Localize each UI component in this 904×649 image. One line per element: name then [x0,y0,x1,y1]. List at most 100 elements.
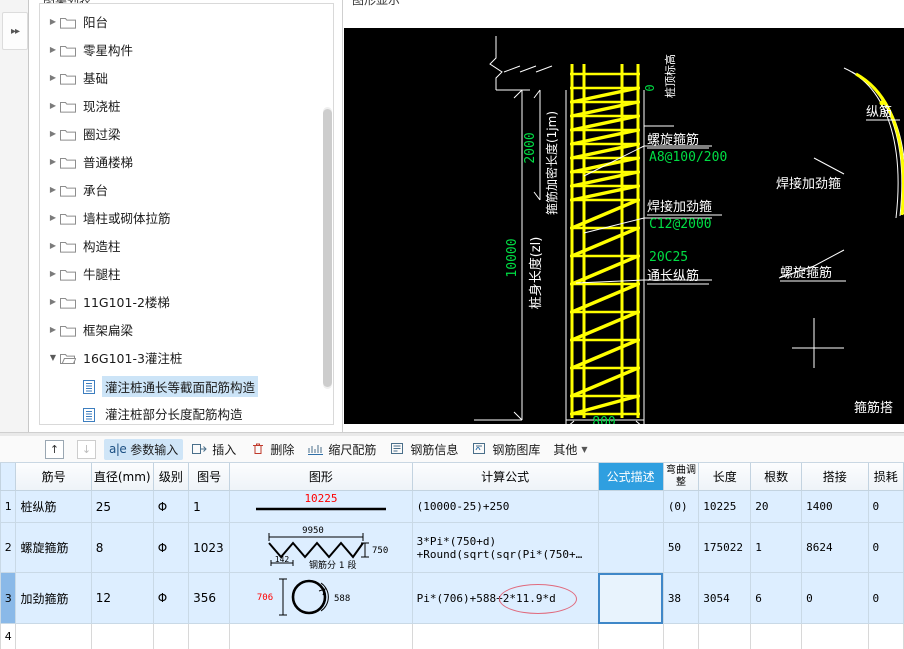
cell-rebar-no[interactable]: 桩纵筋 [15,490,92,523]
tree-item-13[interactable]: 灌注桩通长等截面配筋构造 [46,372,333,400]
tree-twisty-right-icon[interactable]: ▶ [46,270,60,278]
tree-item-4[interactable]: ▶ 圈过梁 [46,120,333,148]
cell-rebar-no[interactable]: 螺旋箍筋 [15,522,92,573]
cell-lap[interactable]: 8624 [801,522,869,573]
cell-drawing-no[interactable]: 1023 [188,522,231,573]
tree-twisty-right-icon[interactable]: ▶ [46,102,60,110]
tree-item-10[interactable]: ▶ 11G101-2楼梯 [46,288,333,316]
cell-drawing-no[interactable] [188,623,231,649]
col-header-lap[interactable]: 搭接 [801,463,869,491]
param-input-button[interactable]: a|e 参数输入 [104,438,184,460]
cell-formula[interactable] [411,623,599,649]
row-header[interactable]: 2 [0,522,17,573]
cell-shape[interactable] [229,623,413,649]
cell-count[interactable]: 6 [750,572,803,624]
row-header[interactable]: 1 [0,490,17,523]
tree-item-9[interactable]: ▶ 牛腿柱 [46,260,333,288]
rebar-info-button[interactable]: 钢筋信息 [384,439,463,460]
tree-item-12[interactable]: ▼ 16G101-3灌注桩 [46,344,333,372]
rebar-library-button[interactable]: 钢筋图库 [466,439,545,460]
tree-item-8[interactable]: ▶ 构造柱 [46,232,333,260]
tree-item-2[interactable]: ▶ 基础 [46,64,333,92]
cell-loss[interactable]: 0 [867,490,904,523]
cell-bend-adjust[interactable] [662,623,700,649]
cell-loss[interactable]: 0 [867,522,904,573]
col-header-rebar-no[interactable]: 筋号 [15,463,92,491]
tree-item-1[interactable]: ▶ 零星构件 [46,36,333,64]
atlas-tree[interactable]: ▶ 阳台 ▶ 零星构件 ▶ 基础 ▶ 现浇桩 ▶ 圈过梁 ▶ 普通楼梯 ▶ 承台 ▶ 墙柱或砌体拉筋 ▶ 构造柱 ▶… [39,3,334,425]
tree-twisty-right-icon[interactable]: ▶ [46,298,60,306]
cell-drawing-no[interactable]: 356 [188,572,231,624]
cell-count[interactable]: 1 [750,522,803,573]
tree-twisty-right-icon[interactable]: ▶ [46,18,60,26]
cell-bend-adjust[interactable]: (0) [662,490,700,523]
col-header-drawing-no[interactable]: 图号 [188,463,231,491]
cell-lap[interactable]: 0 [801,572,869,624]
cell-bend-adjust[interactable]: 38 [662,572,700,624]
col-header-formula-desc[interactable]: 公式描述 [597,463,664,491]
row-header[interactable]: 3 [0,572,17,624]
expand-rail-button[interactable]: ▸▸ [2,12,28,50]
cell-grade[interactable] [152,623,190,649]
cell-lap[interactable] [801,623,869,649]
cell-diameter[interactable] [90,623,154,649]
cell-formula[interactable]: 3*Pi*(750+d) +Round(sqrt(sqr(Pi*(750+… [411,522,599,573]
cell-rebar-no[interactable]: 加劲箍筋 [15,572,92,624]
cell-formula-desc[interactable] [597,490,664,523]
tree-item-5[interactable]: ▶ 普通楼梯 [46,148,333,176]
tree-scrollbar-thumb[interactable] [323,109,332,387]
tree-twisty-right-icon[interactable]: ▶ [46,326,60,334]
cad-drawing-viewer[interactable]: 2000 箍筋加密长度(1jm) 10000 桩身长度(zl) 800 0 桩顶… [344,28,904,424]
cell-length[interactable] [698,623,752,649]
tree-item-11[interactable]: ▶ 框架扁梁 [46,316,333,344]
cell-drawing-no[interactable]: 1 [188,490,231,523]
cell-shape[interactable]: 706 588 [229,572,413,624]
tree-twisty-right-icon[interactable]: ▶ [46,214,60,222]
cell-count[interactable]: 20 [750,490,803,523]
delete-button[interactable]: 删除 [244,439,299,460]
cell-loss[interactable] [867,623,904,649]
cell-loss[interactable]: 0 [867,572,904,624]
tree-twisty-right-icon[interactable]: ▶ [46,74,60,82]
cell-formula-desc[interactable] [597,623,664,649]
cell-formula-desc-selected[interactable] [597,572,664,624]
cell-diameter[interactable]: 8 [90,522,154,573]
rebar-grid[interactable]: 筋号 直径(mm) 级别 图号 图形 计算公式 公式描述 弯曲调整 长度 根数 … [0,463,904,649]
tree-item-7[interactable]: ▶ 墙柱或砌体拉筋 [46,204,333,232]
tree-item-3[interactable]: ▶ 现浇桩 [46,92,333,120]
cell-formula[interactable]: Pi*(706)+588+2*11.9*d [411,572,599,624]
col-header-bend-adjust[interactable]: 弯曲调整 [662,463,700,491]
col-header-formula[interactable]: 计算公式 [411,463,599,491]
col-header-shape[interactable]: 图形 [229,463,413,491]
cell-rebar-no[interactable] [15,623,92,649]
tree-twisty-right-icon[interactable]: ▶ [46,46,60,54]
col-header-length[interactable]: 长度 [698,463,752,491]
cell-count[interactable] [750,623,803,649]
cell-length[interactable]: 175022 [698,522,752,573]
cell-diameter[interactable]: 25 [90,490,154,523]
col-header-diameter[interactable]: 直径(mm) [90,463,154,491]
tree-item-0[interactable]: ▶ 阳台 [46,8,333,36]
tree-twisty-right-icon[interactable]: ▶ [46,242,60,250]
tree-twisty-right-icon[interactable]: ▶ [46,158,60,166]
tree-twisty-right-icon[interactable]: ▶ [46,130,60,138]
row-header[interactable]: 4 [0,623,17,649]
scale-rebar-button[interactable]: 缩尺配筋 [302,439,381,460]
cell-formula-desc[interactable] [597,522,664,573]
col-header-loss[interactable]: 损耗 [867,463,904,491]
cell-grade[interactable]: Φ [152,490,190,523]
tree-item-14[interactable]: 灌注桩部分长度配筋构造 [46,400,333,424]
cell-formula[interactable]: (10000-25)+250 [411,490,599,523]
cell-diameter[interactable]: 12 [90,572,154,624]
tree-item-6[interactable]: ▶ 承台 [46,176,333,204]
col-header-count[interactable]: 根数 [750,463,803,491]
col-header-grade[interactable]: 级别 [152,463,190,491]
cell-length[interactable]: 10225 [698,490,752,523]
tree-twisty-down-icon[interactable]: ▼ [46,354,60,362]
more-menu-button[interactable]: 其他 ▼ [548,439,592,460]
cell-grade[interactable]: Φ [152,572,190,624]
cell-shape[interactable]: 10225 [229,490,413,523]
cell-shape[interactable]: 9950 750 142 钢筋分 1 段 [229,522,413,573]
tree-twisty-right-icon[interactable]: ▶ [46,186,60,194]
cell-lap[interactable]: 1400 [801,490,869,523]
